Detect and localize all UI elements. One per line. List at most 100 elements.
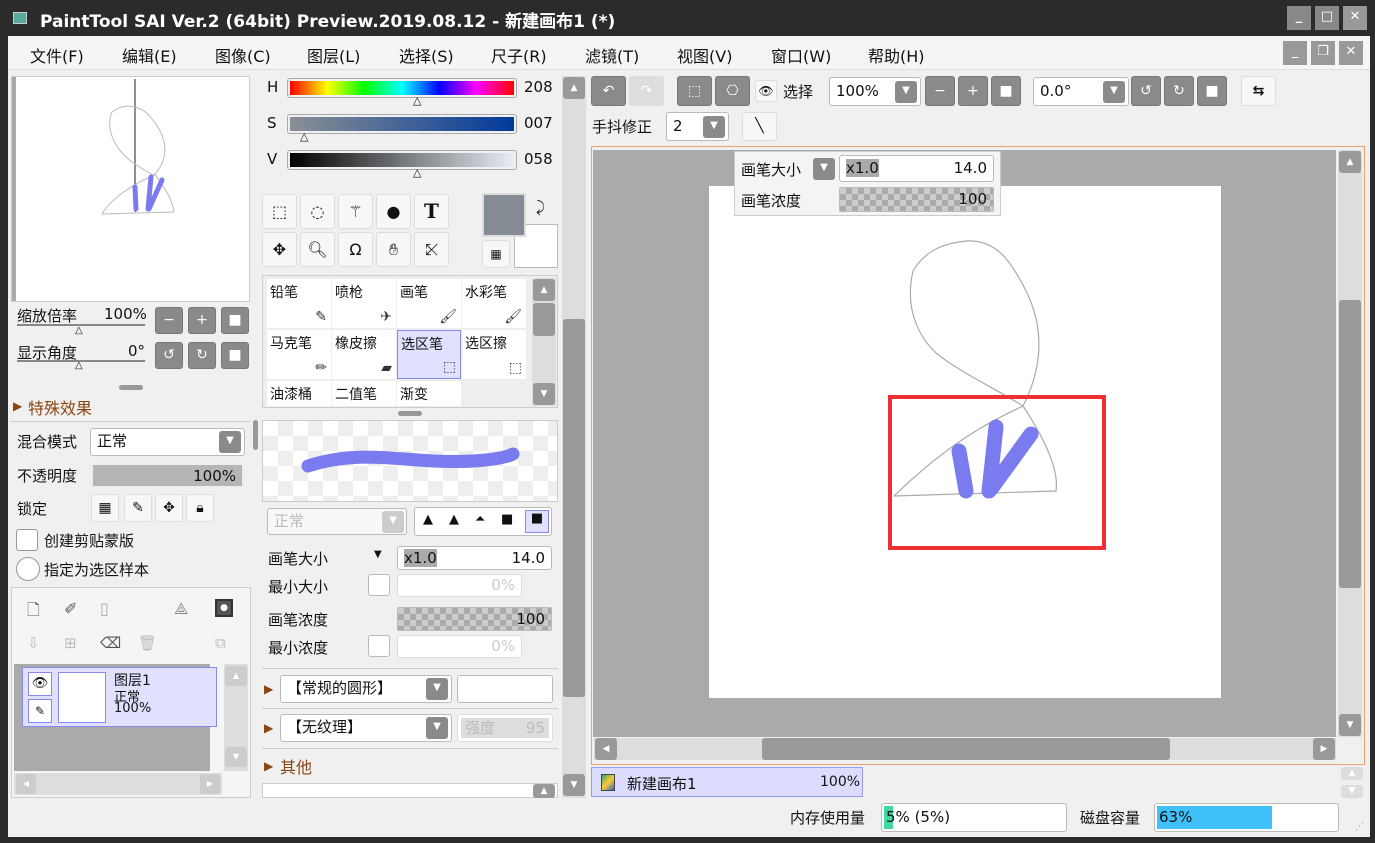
undo-button[interactable]: ↶ [591, 76, 626, 106]
layer-effects-icon[interactable]: ⟁ [174, 599, 188, 619]
canvas-zoom-out-button[interactable]: − [925, 76, 955, 106]
opacity-slider[interactable]: 100% [90, 462, 245, 489]
brush-brush[interactable]: 画笔 🖌︎ [397, 279, 461, 328]
lock-all-icon[interactable]: 🔒︎ [186, 494, 214, 522]
zoom-in-button[interactable]: + [188, 307, 216, 334]
panel-splitter[interactable] [398, 411, 422, 416]
mdi-restore-button[interactable]: ❐ [1311, 41, 1335, 65]
value-slider[interactable] [287, 150, 517, 170]
panel-resize-handle[interactable] [253, 420, 258, 450]
deselect-button[interactable]: ⬚ [677, 76, 712, 106]
rect-select-icon[interactable]: ⬚ [262, 194, 297, 229]
value-handle[interactable]: △ [413, 166, 421, 179]
new-folder-icon[interactable]: ▯ [100, 599, 109, 618]
merge-down-icon[interactable]: ⇩ [27, 634, 40, 652]
invert-selection-button[interactable]: ⎔ [715, 76, 750, 106]
canvas-rotate-right-button[interactable]: ↻ [1164, 76, 1194, 106]
menu-window[interactable]: 窗口(W) [771, 43, 831, 67]
copy-layer-icon[interactable]: ⧉ [215, 634, 226, 652]
zoom-select[interactable]: 100% ▼ [829, 77, 921, 106]
transparent-color-icon[interactable]: ▦ [482, 240, 510, 268]
canvas-view[interactable]: 画笔大小 ▼ x1.0 14.0 画笔浓度 100 ▲ ▼ ◀ ▶ [591, 146, 1365, 765]
layer-vertical-scrollbar[interactable]: ▲ ▼ [224, 664, 248, 771]
other-header[interactable]: 其他 [280, 754, 312, 778]
delete-layer-icon[interactable]: 🗑︎ [138, 634, 157, 652]
lock-paint-icon[interactable]: ✎ [124, 494, 152, 522]
lasso-icon[interactable]: ◌ [300, 194, 335, 229]
brush-mode-select[interactable]: 正常 ▼ [267, 508, 407, 535]
saturation-handle[interactable]: △ [300, 130, 308, 143]
tabs-scroll-down[interactable]: ▼ [1341, 785, 1363, 798]
expand-triangle-icon[interactable]: ▶ [13, 399, 22, 413]
min-density-checkbox[interactable] [368, 635, 390, 657]
panel-splitter[interactable] [119, 385, 143, 390]
primary-color-swatch[interactable] [482, 193, 526, 237]
tool-panel-scrollbar[interactable]: ▲ ▼ [562, 76, 586, 798]
canvas-rotate-left-button[interactable]: ↺ [1131, 76, 1161, 106]
merge-new-icon[interactable]: ⊞ [64, 634, 77, 652]
mdi-minimize-button[interactable]: _ [1283, 41, 1307, 65]
brush-binary[interactable]: 二值笔 [332, 381, 396, 406]
size-dropdown-icon[interactable]: ▼ [374, 549, 382, 560]
brush-airbrush[interactable]: 喷枪 ✈ [332, 279, 396, 328]
zoom-out-button[interactable]: − [155, 307, 183, 334]
hue-slider[interactable] [287, 78, 517, 98]
flip-horizontal-button[interactable]: ⇆ [1241, 76, 1276, 106]
brush-shape-select[interactable]: 【常规的圆形】 ▼ [280, 675, 452, 703]
move-icon[interactable]: ✥ [262, 232, 297, 267]
canvas-horizontal-scrollbar[interactable]: ◀ ▶ [594, 738, 1336, 760]
saturation-slider[interactable] [287, 114, 517, 134]
lock-move-icon[interactable]: ✥ [155, 494, 183, 522]
close-button[interactable]: ✕ [1343, 6, 1367, 30]
text-tool-icon[interactable]: T [414, 194, 449, 229]
line-tool-button[interactable]: ╲ [742, 112, 777, 141]
overlay-size-field[interactable]: x1.0 14.0 [839, 155, 994, 182]
selection-visibility-eye-icon[interactable]: 👁︎ [755, 80, 777, 102]
overlay-density-slider[interactable]: 100 [839, 187, 994, 212]
expand-triangle-icon[interactable]: ▶ [264, 721, 273, 735]
brush-selection-pen[interactable]: 选区笔 ⬚ [397, 330, 461, 379]
canvas-vertical-scrollbar[interactable]: ▲ ▼ [1338, 150, 1362, 737]
shape-sharp-icon[interactable]: ▲ [423, 512, 433, 527]
expand-triangle-icon[interactable]: ▶ [264, 759, 273, 773]
texture-select[interactable]: 【无纹理】 ▼ [280, 714, 452, 742]
rotate-right-button[interactable]: ↻ [188, 342, 216, 369]
brush-marker[interactable]: 马克笔 ✏ [267, 330, 331, 379]
tabs-scroll-up[interactable]: ▲ [1341, 767, 1363, 780]
brush-pencil[interactable]: 铅笔 ✎ [267, 279, 331, 328]
rotate-left-button[interactable]: ↺ [155, 342, 183, 369]
visibility-eye-icon[interactable]: 👁︎ [28, 672, 52, 696]
layer-item[interactable]: 👁︎ ✎ 图层1 正常 100% [22, 667, 217, 727]
brush-density-slider[interactable]: 100 [397, 607, 552, 631]
canvas-tab[interactable]: 新建画布1 100% [591, 767, 863, 797]
lock-transparency-icon[interactable]: ▦ [91, 494, 119, 522]
canvas-zoom-reset-button[interactable]: ■ [991, 76, 1021, 106]
mdi-close-button[interactable]: ✕ [1339, 41, 1363, 65]
menu-file[interactable]: 文件(F) [30, 43, 84, 67]
magic-wand-icon[interactable]: ⚚ [338, 194, 373, 229]
shape-icon[interactable]: ● [376, 194, 411, 229]
zoom-reset-button[interactable]: ■ [221, 307, 249, 334]
effects-header[interactable]: 特殊效果 [28, 395, 92, 419]
paint-lock-icon[interactable]: ✎ [28, 699, 52, 723]
chevron-down-icon[interactable]: ▼ [813, 158, 835, 180]
menu-image[interactable]: 图像(C) [215, 43, 271, 67]
shape-soft-icon[interactable]: ▲ [449, 512, 459, 527]
canvas-rotate-reset-button[interactable]: ■ [1197, 76, 1227, 106]
min-density-field[interactable]: 0% [397, 635, 522, 658]
menu-help[interactable]: 帮助(H) [868, 43, 925, 67]
brush-bucket[interactable]: 油漆桶 [267, 381, 331, 406]
angle-slider-handle[interactable]: △ [75, 360, 83, 371]
mask-icon[interactable]: ● [215, 599, 233, 617]
clip-checkbox[interactable] [16, 529, 38, 551]
menu-edit[interactable]: 编辑(E) [122, 43, 177, 67]
new-layer-icon[interactable]: 🗋 [27, 599, 40, 626]
resize-grip-icon[interactable]: ⋰ [1355, 822, 1364, 832]
menu-ruler[interactable]: 尺子(R) [491, 43, 547, 67]
shape-square-icon[interactable]: ■ [525, 510, 549, 533]
shape-strength-field[interactable] [457, 675, 553, 703]
maximize-button[interactable]: □ [1315, 6, 1339, 30]
zoom-tool-icon[interactable]: 🔍︎ [300, 232, 335, 267]
menu-filter[interactable]: 滤镜(T) [585, 43, 639, 67]
hand-icon[interactable]: ✋︎ [376, 232, 411, 267]
